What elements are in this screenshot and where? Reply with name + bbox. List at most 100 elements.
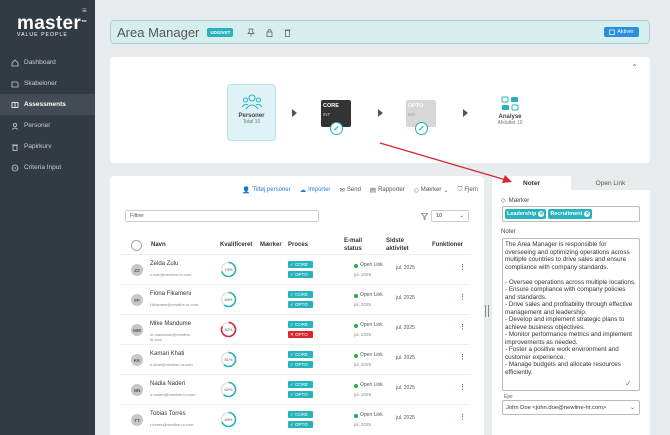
header-line: E-mail bbox=[344, 238, 363, 244]
qualification-score: 62% bbox=[224, 387, 233, 392]
send-button[interactable]: ✉ Send bbox=[339, 186, 360, 194]
activate-button[interactable]: Aktivér bbox=[604, 27, 639, 37]
process-step-analysis[interactable]: Analyse Afsluttet 10 bbox=[490, 96, 530, 126]
menu-toggle-icon[interactable]: ≡ bbox=[82, 6, 87, 15]
kebab-menu-icon[interactable]: ⋮ bbox=[459, 383, 466, 391]
tags-input[interactable]: Leadership ✕ Recruitment ✕ bbox=[502, 206, 640, 222]
add-person-icon: 👤 bbox=[242, 187, 251, 194]
close-icon[interactable]: ✕ bbox=[538, 211, 545, 217]
kebab-menu-icon[interactable]: ⋮ bbox=[459, 353, 466, 361]
candidate-name[interactable]: Nadia Naderi bbox=[150, 381, 185, 387]
tab-notes[interactable]: Noter bbox=[492, 176, 571, 190]
last-activity: jul. 2025 bbox=[396, 385, 415, 391]
pin-icon[interactable] bbox=[247, 28, 256, 37]
cloud-upload-icon: ☁ bbox=[299, 187, 307, 194]
sidebar-nav: Dashboard Skabeloner Assessments Persone… bbox=[0, 52, 95, 178]
kebab-menu-icon[interactable]: ⋮ bbox=[459, 293, 466, 301]
remove-button[interactable]: ⛉ Fjern bbox=[457, 186, 478, 194]
reports-button[interactable]: ▤ Rapporter bbox=[370, 186, 405, 194]
column-header-email-status[interactable]: E-mail status bbox=[344, 238, 362, 253]
candidate-name[interactable]: Zelda Zulu bbox=[150, 261, 178, 267]
table-row[interactable]: ZZ Zelda Zulu z.zulu@newline-hr.com 70% ✓ CO… bbox=[120, 254, 470, 284]
qualification-score: 70% bbox=[224, 267, 233, 272]
template-icon bbox=[11, 80, 19, 88]
tag-chip: Leadership ✕ bbox=[505, 209, 547, 219]
logo[interactable]: master™ bbox=[17, 14, 87, 33]
column-header-last-activity[interactable]: Sidste aktivitet bbox=[386, 238, 409, 253]
trash-icon[interactable] bbox=[283, 28, 291, 37]
candidate-email: t.torres@newline-hr.com bbox=[150, 422, 194, 427]
kebab-menu-icon[interactable]: ⋮ bbox=[459, 263, 466, 271]
sidebar-item-criteria-input[interactable]: Criteria Input bbox=[0, 157, 95, 178]
sidebar-item-people[interactable]: Personer bbox=[0, 115, 95, 136]
email-status: Open Link bbox=[360, 412, 383, 418]
qualification-score: 61% bbox=[224, 357, 233, 362]
analysis-icon bbox=[501, 96, 519, 111]
last-activity: jul. 2025 bbox=[396, 355, 415, 361]
table-row[interactable]: NN Nadia Naderi n.naderi@newline-hr.com 62%… bbox=[120, 374, 470, 404]
tag-text: Recruitment bbox=[550, 211, 583, 217]
arrow-right-icon bbox=[463, 109, 468, 117]
sidebar-item-trash[interactable]: Papirkurv bbox=[0, 136, 95, 157]
lock-icon[interactable] bbox=[265, 28, 273, 37]
kebab-menu-icon[interactable]: ⋮ bbox=[459, 413, 466, 421]
page-size-select[interactable]: 10 ⌄ bbox=[431, 210, 469, 222]
table-row[interactable]: FF Fiona Fikameni f.fikameni@newline-hr.co… bbox=[120, 284, 470, 314]
sidebar-item-label: Dashboard bbox=[24, 59, 56, 66]
owner-select[interactable]: John Doe <john.doe@newline-hr.com> ⌄ bbox=[502, 400, 640, 415]
column-header-functions: Funktioner bbox=[432, 242, 463, 248]
process-step-count: Total 10 bbox=[242, 119, 261, 125]
button-label: Fjern bbox=[464, 187, 478, 193]
last-activity: jul. 2025 bbox=[396, 325, 415, 331]
panel-resize-handle[interactable] bbox=[485, 305, 489, 317]
table-row[interactable]: MM Mike Mandume m.mandume@newline-hr.com 82… bbox=[120, 314, 470, 344]
candidate-name[interactable]: Mike Mandume bbox=[150, 321, 191, 327]
table-row[interactable]: TT Tobias Torres t.torres@newline-hr.com 69… bbox=[120, 404, 470, 434]
sidebar-item-templates[interactable]: Skabeloner bbox=[0, 73, 95, 94]
column-header-process[interactable]: Proces bbox=[288, 242, 308, 250]
filter-input[interactable] bbox=[125, 210, 319, 222]
sidebar-item-dashboard[interactable]: Dashboard bbox=[0, 52, 95, 73]
column-header-qualified[interactable]: Kvalificeret bbox=[220, 242, 252, 250]
trash-icon bbox=[11, 143, 19, 151]
notes-label: Noter bbox=[501, 229, 516, 235]
column-header-name[interactable]: Navn bbox=[151, 242, 166, 250]
candidate-name[interactable]: Kamari Khati bbox=[150, 351, 184, 357]
tab-open-link[interactable]: Open Link bbox=[571, 176, 650, 190]
status-dot-icon bbox=[354, 384, 358, 388]
tags-label: ◇ Mærker bbox=[501, 197, 529, 205]
candidate-name[interactable]: Fiona Fikameni bbox=[150, 291, 191, 297]
funnel-icon[interactable] bbox=[421, 213, 428, 220]
process-chip-core: ✓ CORE bbox=[288, 381, 313, 388]
process-chip-core: ✓ CORE bbox=[288, 411, 313, 418]
candidates-card: 👤 Tilføj personer ☁ Importer ✉ Send ▤ Rappor… bbox=[110, 176, 484, 435]
sidebar-item-label: Criteria Input bbox=[24, 164, 62, 171]
input-icon bbox=[11, 164, 19, 172]
sidebar-item-label: Papirkurv bbox=[24, 143, 52, 150]
button-label: Send bbox=[346, 187, 361, 193]
table-toolbar: 👤 Tilføj personer ☁ Importer ✉ Send ▤ Rappor… bbox=[233, 185, 478, 195]
sidebar-item-label: Personer bbox=[24, 122, 51, 129]
select-all-checkbox[interactable] bbox=[131, 240, 142, 251]
button-label: Importer bbox=[308, 187, 331, 193]
notes-textarea[interactable]: The Area Manager is responsible for over… bbox=[502, 238, 640, 391]
button-label: Mærker bbox=[420, 187, 442, 193]
activate-label: Aktivér bbox=[617, 29, 634, 35]
kebab-menu-icon[interactable]: ⋮ bbox=[459, 323, 466, 331]
import-button[interactable]: ☁ Importer bbox=[300, 186, 331, 194]
arrow-right-icon bbox=[378, 109, 383, 117]
add-people-button[interactable]: 👤 Tilføj personer bbox=[242, 186, 290, 194]
column-header-tags[interactable]: Mærker bbox=[260, 242, 282, 250]
last-activity: jul. 2025 bbox=[396, 295, 415, 301]
tags-dropdown-button[interactable]: ◇ Mærker ⌄ bbox=[414, 186, 449, 194]
chevron-down-icon: ⌄ bbox=[459, 213, 464, 219]
avatar: TT bbox=[131, 414, 143, 426]
avatar: ZZ bbox=[131, 264, 143, 276]
close-icon[interactable]: ✕ bbox=[584, 211, 591, 217]
process-chip-core: ✓ CORE bbox=[288, 351, 313, 358]
process-step-people[interactable]: Personer Total 10 bbox=[227, 84, 276, 141]
chevron-up-icon[interactable]: ⌃ bbox=[631, 63, 638, 72]
sidebar-item-assessments[interactable]: Assessments bbox=[0, 94, 95, 115]
table-row[interactable]: KK Kamari Khati k.khati@newline-hr.com 61% ✓… bbox=[120, 344, 470, 374]
candidate-name[interactable]: Tobias Torres bbox=[150, 411, 186, 417]
